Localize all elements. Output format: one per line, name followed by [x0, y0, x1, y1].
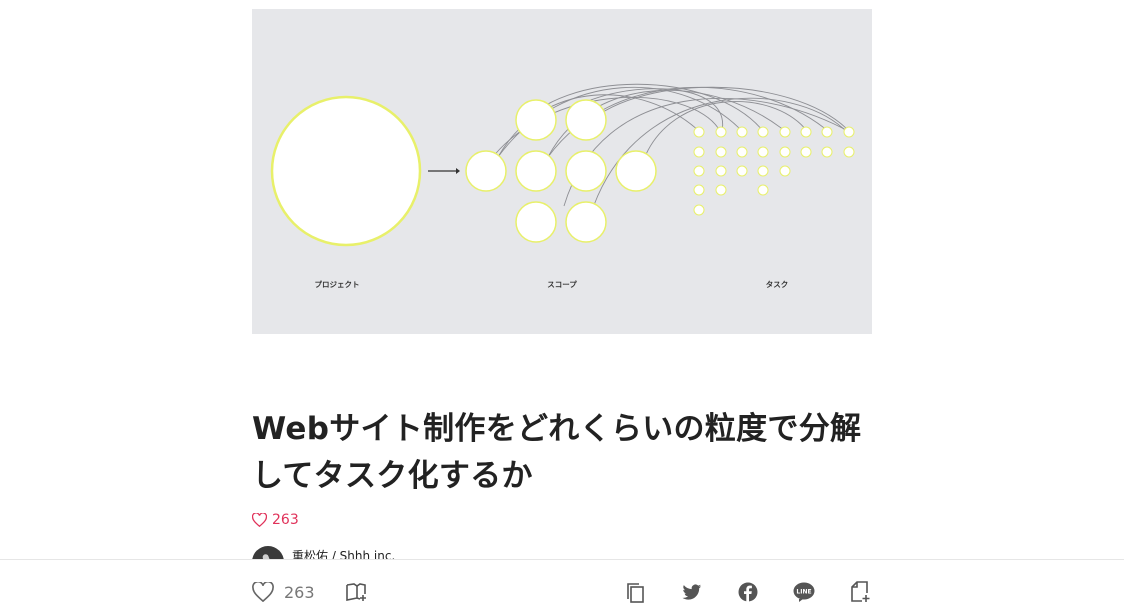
- like-button-inline[interactable]: 263: [252, 510, 299, 530]
- project-circle: [270, 95, 422, 247]
- label-project: プロジェクト: [315, 279, 360, 289]
- twitter-icon: [682, 583, 702, 600]
- bottom-action-bar: 263 LINE: [0, 559, 1124, 603]
- task-dots: [693, 126, 855, 216]
- scope-diagram: プロジェクト スコープ タスク: [270, 83, 855, 289]
- heart-icon: [252, 582, 274, 602]
- facebook-icon: [738, 582, 758, 602]
- like-count-bottom: 263: [284, 582, 315, 602]
- svg-text:LINE: LINE: [796, 589, 811, 596]
- magazine-add-icon: [346, 583, 366, 601]
- article-title: Webサイト制作をどれくらいの粒度で分解してタスク化するか: [252, 411, 862, 494]
- label-task: タスク: [766, 279, 789, 289]
- hero-image: プロジェクト スコープ タスク: [252, 9, 872, 334]
- heart-icon: [252, 513, 267, 527]
- like-button[interactable]: 263: [252, 582, 315, 602]
- line-icon: LINE: [793, 582, 815, 602]
- label-scope: スコープ: [547, 279, 577, 289]
- like-count: 263: [272, 512, 299, 528]
